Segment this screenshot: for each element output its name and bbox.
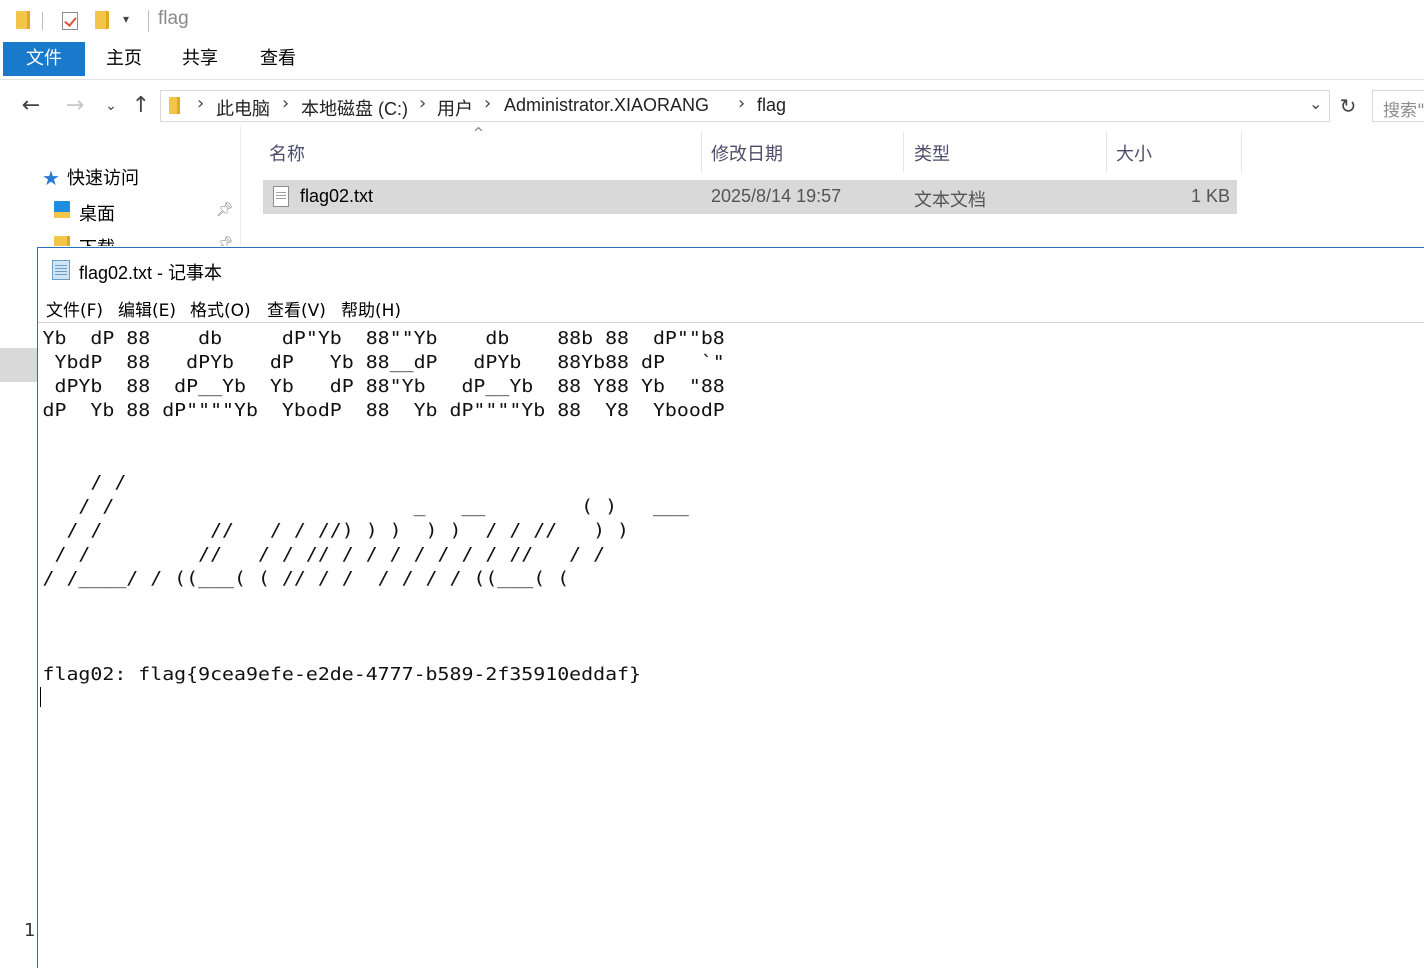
text-file-icon [273,186,289,207]
new-folder-icon[interactable] [95,11,109,29]
forward-arrow-icon[interactable]: → [60,92,90,120]
column-header-type[interactable]: 类型 [914,140,950,166]
sort-ascending-icon: ^ [473,126,484,141]
notepad-titlebar[interactable]: flag02.txt - 记事本 [38,248,1424,290]
back-arrow-icon[interactable]: ← [16,92,46,120]
column-divider[interactable] [1241,132,1242,172]
nav-quick-access[interactable]: 快速访问 [67,164,139,190]
column-header-size[interactable]: 大小 [1116,140,1152,166]
tab-home[interactable]: 主页 [96,42,152,76]
notepad-icon[interactable] [52,260,70,280]
desktop-folder-icon [54,201,70,218]
customize-toolbar-dropdown-icon[interactable]: ▾ [123,12,129,26]
search-input[interactable]: 搜索" [1372,90,1424,122]
ribbon-tabs: 文件 主页 共享 查看 [0,42,1424,80]
tab-file[interactable]: 文件 [3,42,85,76]
navigation-pane [0,126,240,256]
downloads-folder-icon [54,236,70,246]
menu-format[interactable]: 格式(O) [190,296,251,321]
column-header-name[interactable]: 名称 [269,140,305,166]
tab-share[interactable]: 共享 [172,42,228,76]
column-header-modified[interactable]: 修改日期 [711,140,783,166]
file-list: ^ 名称 修改日期 类型 大小 flag02.txt 2025/8/14 19:… [240,126,1424,246]
menu-view[interactable]: 查看(V) [267,296,326,321]
up-arrow-icon[interactable]: ↑ [126,92,156,120]
folder-icon[interactable] [16,11,30,29]
refresh-icon[interactable]: ↻ [1334,92,1362,120]
breadcrumb-this-pc[interactable]: 此电脑 [216,95,270,121]
notepad-title: flag02.txt - 记事本 [79,263,223,283]
chevron-right-icon[interactable]: › [484,93,491,114]
recent-locations-chevron-icon[interactable]: ⌄ [96,92,126,120]
file-type: 文本文档 [914,190,986,211]
nav-desktop[interactable]: 桌面 [79,200,115,226]
address-dropdown-chevron-icon[interactable]: ⌄ [1309,94,1322,113]
chevron-right-icon[interactable]: › [282,93,289,114]
pin-icon[interactable]: 📌︎ [216,236,234,246]
chevron-right-icon[interactable]: › [738,93,745,114]
address-bar[interactable]: › 此电脑 › 本地磁盘 (C:) › 用户 › Administrator.X… [160,90,1330,122]
tab-view[interactable]: 查看 [250,42,306,76]
quick-access-toolbar: ▾ flag [0,0,1424,42]
text-caret [40,687,41,707]
file-size: 1 KB [1190,186,1230,206]
menu-file[interactable]: 文件(F) [46,296,103,321]
folder-icon [169,97,180,114]
column-divider[interactable] [903,132,904,172]
properties-icon[interactable] [62,12,78,30]
notepad-text-area[interactable]: Yb dP 88 db dP"Yb 88""Yb db 88b 88 dP""b… [38,323,1424,968]
toolbar-divider [42,12,43,30]
breadcrumb-flag[interactable]: flag [757,95,786,116]
file-name[interactable]: flag02.txt [300,186,373,207]
file-row[interactable]: flag02.txt 2025/8/14 19:57 文本文档 1 KB [263,180,1237,214]
breadcrumb-administrator[interactable]: Administrator.XIAORANG [504,95,709,116]
nav-selected-item[interactable] [0,348,38,382]
notepad-window: flag02.txt - 记事本 文件(F) 编辑(E) 格式(O) 查看(V)… [37,247,1424,968]
menu-help[interactable]: 帮助(H) [341,296,401,321]
notepad-menubar: 文件(F) 编辑(E) 格式(O) 查看(V) 帮助(H) [38,290,1424,323]
toolbar-divider [148,10,149,32]
chevron-right-icon[interactable]: › [419,93,426,114]
address-row: ← → ⌄ ↑ › 此电脑 › 本地磁盘 (C:) › 用户 › Adminis… [0,86,1424,126]
chevron-right-icon[interactable]: › [197,93,204,114]
column-divider[interactable] [701,132,702,172]
star-icon: ★ [42,166,60,190]
nav-downloads[interactable]: 下载 [79,234,115,246]
column-divider[interactable] [1106,132,1107,172]
status-item-count: 1 [24,920,36,941]
menu-edit[interactable]: 编辑(E) [118,296,176,321]
breadcrumb-users[interactable]: 用户 [437,95,473,121]
file-modified: 2025/8/14 19:57 [711,186,842,206]
breadcrumb-local-disk[interactable]: 本地磁盘 (C:) [301,95,408,121]
window-title: flag [158,8,189,29]
pin-icon[interactable]: 📌︎ [216,202,234,218]
